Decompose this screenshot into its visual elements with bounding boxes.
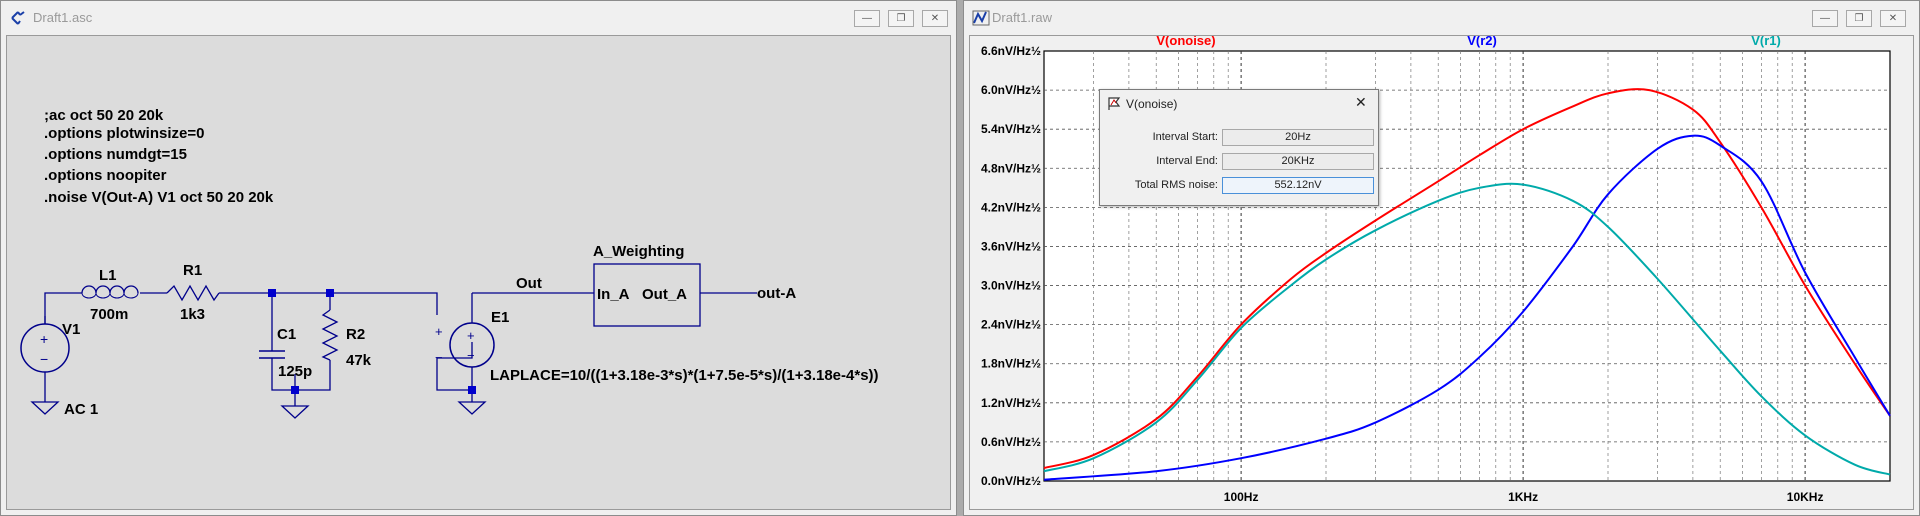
y-tick-label: 4.2nV/Hz½ bbox=[981, 200, 1041, 214]
legend-noise[interactable]: V(onoise) bbox=[1156, 36, 1215, 48]
ltspice-schematic-icon bbox=[11, 11, 25, 25]
v1-label[interactable]: V1 bbox=[62, 321, 80, 338]
trace-legend[interactable]: V(onoise) V(r2) V(r1) bbox=[1156, 36, 1780, 48]
c1-label[interactable]: C1 bbox=[277, 326, 296, 343]
directive-noopiter[interactable]: .options noopiter bbox=[44, 167, 167, 184]
c1-value[interactable]: 125p bbox=[278, 363, 312, 380]
directive-plotwinsize[interactable]: .options plotwinsize=0 bbox=[44, 125, 204, 142]
block-pin-out: Out_A bbox=[642, 286, 687, 303]
r1-value[interactable]: 1k3 bbox=[180, 306, 205, 323]
ground-c1-r2 bbox=[280, 405, 310, 419]
r2-label[interactable]: R2 bbox=[346, 326, 365, 343]
y-tick-labels: 0.0nV/Hz½ 0.6nV/Hz½ 1.2nV/Hz½ 1.8nV/Hz½ 2.4n… bbox=[981, 44, 1041, 488]
dialog-title: V(onoise) bbox=[1126, 97, 1178, 111]
svg-text:−: − bbox=[40, 351, 48, 367]
legend-r1[interactable]: V(r1) bbox=[1751, 36, 1781, 48]
e1-label[interactable]: E1 bbox=[491, 309, 509, 326]
waveform-flag-icon bbox=[1108, 97, 1121, 110]
interval-start-label: Interval Start: bbox=[1152, 131, 1218, 143]
y-tick-label: 6.0nV/Hz½ bbox=[981, 83, 1041, 97]
r2-value[interactable]: 47k bbox=[346, 352, 372, 369]
v1-value[interactable]: AC 1 bbox=[64, 401, 98, 418]
r1-label[interactable]: R1 bbox=[183, 262, 202, 279]
net-label-out[interactable]: Out bbox=[516, 275, 542, 292]
laplace-expression[interactable]: LAPLACE=10/((1+3.18e-3*s)*(1+7.5e-5*s)/(… bbox=[490, 367, 879, 384]
y-tick-label: 3.6nV/Hz½ bbox=[981, 239, 1041, 253]
y-tick-label: 6.6nV/Hz½ bbox=[981, 44, 1041, 58]
source-e1[interactable]: + − + − bbox=[435, 310, 495, 380]
legend-r2[interactable]: V(r2) bbox=[1467, 36, 1497, 48]
l1-label[interactable]: L1 bbox=[99, 267, 117, 284]
y-tick-label: 4.8nV/Hz½ bbox=[981, 161, 1041, 175]
directive-ac[interactable]: ;ac oct 50 20 20k bbox=[44, 107, 164, 124]
x-tick-label: 100Hz bbox=[1224, 490, 1259, 504]
noise-integration-dialog[interactable]: V(onoise) ✕ Interval Start: 20Hz Interva… bbox=[1099, 89, 1379, 206]
schematic-close-button[interactable]: ✕ bbox=[922, 10, 948, 27]
interval-end-label: Interval End: bbox=[1156, 155, 1218, 167]
interval-end-field[interactable]: 20KHz bbox=[1222, 153, 1374, 170]
svg-text:+: + bbox=[40, 331, 48, 347]
ground-v1 bbox=[30, 401, 60, 415]
y-tick-label: 0.6nV/Hz½ bbox=[981, 435, 1041, 449]
schematic-titlebar[interactable]: Draft1.asc — ❐ ✕ bbox=[1, 1, 956, 35]
y-tick-label: 1.2nV/Hz½ bbox=[981, 396, 1041, 410]
svg-text:−: − bbox=[435, 350, 443, 365]
directive-numdgt[interactable]: .options numdgt=15 bbox=[44, 146, 187, 163]
svg-text:+: + bbox=[435, 324, 443, 339]
waveform-close-button[interactable]: ✕ bbox=[1880, 10, 1906, 27]
directive-noise[interactable]: .noise V(Out-A) V1 oct 50 20 20k bbox=[44, 189, 274, 206]
resistor-r1[interactable] bbox=[166, 284, 220, 302]
block-name[interactable]: A_Weighting bbox=[593, 243, 684, 260]
x-tick-label: 1KHz bbox=[1508, 490, 1538, 504]
l1-value[interactable]: 700m bbox=[90, 306, 128, 323]
x-tick-labels: 100Hz 1KHz 10KHz bbox=[1224, 490, 1824, 504]
block-pin-in: In_A bbox=[597, 286, 630, 303]
schematic-minimize-button[interactable]: — bbox=[854, 10, 880, 27]
y-tick-label: 5.4nV/Hz½ bbox=[981, 122, 1041, 136]
y-tick-label: 1.8nV/Hz½ bbox=[981, 357, 1041, 371]
y-tick-label: 3.0nV/Hz½ bbox=[981, 279, 1041, 293]
total-rms-noise-label: Total RMS noise: bbox=[1134, 179, 1218, 191]
waveform-viewer-icon bbox=[972, 10, 990, 26]
y-tick-label: 0.0nV/Hz½ bbox=[981, 474, 1041, 488]
schematic-window[interactable]: Draft1.asc — ❐ ✕ ;ac oct 50 20 20k .opti… bbox=[0, 0, 957, 516]
waveform-minimize-button[interactable]: — bbox=[1812, 10, 1838, 27]
total-rms-noise-value[interactable]: 552.12nV bbox=[1222, 177, 1374, 194]
interval-start-field[interactable]: 20Hz bbox=[1222, 129, 1374, 146]
inductor-l1[interactable] bbox=[81, 285, 139, 299]
svg-text:−: − bbox=[467, 348, 475, 363]
x-tick-label: 10KHz bbox=[1787, 490, 1824, 504]
schematic-canvas[interactable]: ;ac oct 50 20 20k .options plotwinsize=0… bbox=[6, 35, 951, 510]
waveform-maximize-button[interactable]: ❐ bbox=[1846, 10, 1872, 27]
ground-e1 bbox=[457, 401, 487, 415]
dialog-close-icon[interactable]: ✕ bbox=[1355, 94, 1367, 111]
resistor-r2[interactable] bbox=[321, 309, 339, 361]
waveform-window[interactable]: Draft1.raw — ❐ ✕ 0.0nV/Hz½ 0.6nV/Hz½ 1.2nV… bbox=[963, 0, 1920, 516]
svg-text:+: + bbox=[467, 328, 475, 343]
net-label-out-a[interactable]: out-A bbox=[757, 285, 796, 302]
waveform-window-title: Draft1.raw bbox=[992, 10, 1052, 25]
y-tick-label: 2.4nV/Hz½ bbox=[981, 318, 1041, 332]
schematic-maximize-button[interactable]: ❐ bbox=[888, 10, 914, 27]
wires bbox=[44, 292, 757, 406]
schematic-window-title: Draft1.asc bbox=[33, 10, 93, 25]
waveform-titlebar[interactable]: Draft1.raw — ❐ ✕ bbox=[964, 1, 1919, 35]
